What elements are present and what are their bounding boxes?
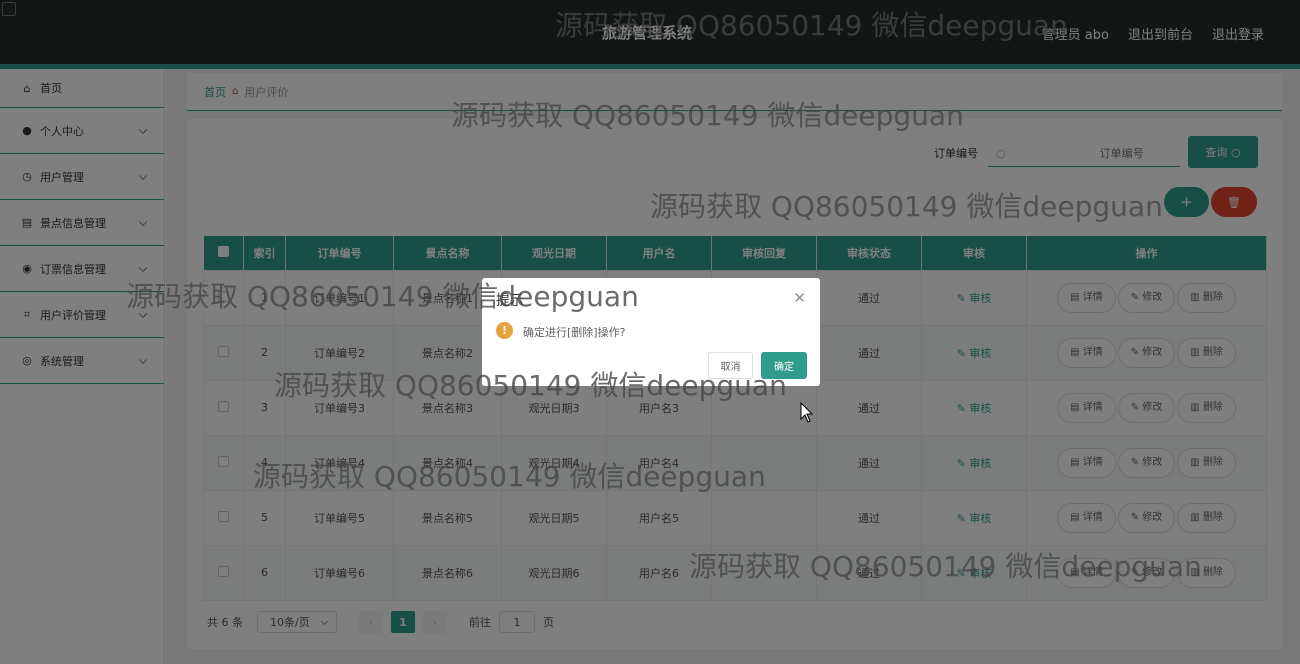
confirm-dialog: 提示 ✕ ! 确定进行[删除]操作? 取消 确定 [482, 278, 820, 386]
close-icon[interactable]: ✕ [793, 289, 806, 307]
warning-icon: ! [496, 322, 513, 339]
cancel-button[interactable]: 取消 [708, 352, 753, 379]
dialog-title: 提示 [496, 293, 524, 309]
confirm-button[interactable]: 确定 [761, 352, 807, 379]
mouse-cursor-icon [800, 402, 814, 423]
dialog-message: 确定进行[删除]操作? [523, 326, 626, 339]
